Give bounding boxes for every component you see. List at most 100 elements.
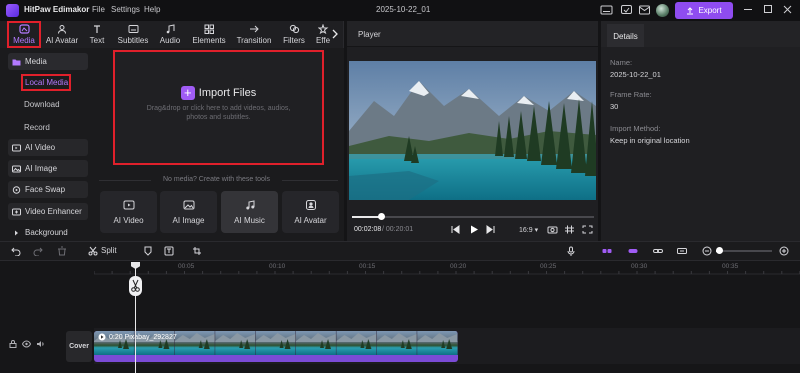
snapshot-icon[interactable]: [547, 225, 558, 234]
play-icon[interactable]: [468, 225, 479, 234]
fullscreen-icon[interactable]: [582, 225, 593, 234]
effects-icon: [317, 24, 328, 34]
plus-icon: +: [180, 86, 195, 100]
scissors-icon[interactable]: [129, 276, 142, 296]
name-label: Name:: [610, 58, 633, 67]
keyboard-icon[interactable]: [600, 4, 613, 16]
sidebar-item-video-enhancer[interactable]: Video Enhancer: [8, 203, 88, 220]
link-clips-icon[interactable]: [602, 246, 612, 256]
ai-image-icon: [12, 165, 21, 172]
frame-rate-value: 30: [610, 102, 619, 111]
video-preview[interactable]: [349, 61, 596, 200]
aspect-ratio-select[interactable]: 16:9 ▾: [519, 226, 538, 234]
sidebar-item-background[interactable]: Background: [8, 224, 88, 241]
scrubber-track[interactable]: [352, 216, 594, 218]
divider: [282, 180, 338, 181]
marker-icon[interactable]: [143, 246, 153, 256]
scrubber-progress: [352, 216, 381, 218]
prev-frame-icon[interactable]: [450, 225, 461, 234]
tab-transition[interactable]: Transition: [235, 21, 273, 48]
scrubber-handle[interactable]: [378, 213, 385, 220]
eye-icon[interactable]: [22, 340, 31, 348]
sidebar-item-media[interactable]: Media: [8, 53, 88, 70]
split-icon[interactable]: [88, 246, 98, 256]
sidebar-item-record[interactable]: Record: [24, 123, 50, 132]
sidebar-item-ai-image[interactable]: AI Image: [8, 160, 88, 177]
volume-icon[interactable]: [36, 340, 45, 348]
sidebar-item-local-media[interactable]: Local Media: [21, 74, 71, 91]
ai-avatar-label: AI Avatar: [294, 216, 327, 225]
no-media-text: No media? Create with these tools: [163, 176, 270, 183]
tab-details[interactable]: Details: [607, 24, 644, 47]
menu-file[interactable]: File: [92, 5, 105, 14]
chevron-right-icon[interactable]: [332, 29, 338, 39]
elements-icon: [204, 24, 214, 34]
user-avatar[interactable]: [656, 4, 669, 17]
time-total: / 00:20:01: [382, 226, 414, 233]
ai-video-card[interactable]: AI Video: [100, 191, 157, 233]
ai-image-card[interactable]: AI Image: [160, 191, 217, 233]
text-tool-icon[interactable]: [164, 246, 174, 256]
tab-effects-label: Effe: [315, 36, 331, 45]
tab-ai-avatar[interactable]: AI Avatar: [44, 21, 80, 48]
fit-timeline-icon[interactable]: [677, 246, 687, 256]
export-button[interactable]: Export: [675, 2, 733, 19]
feedback-icon[interactable]: [620, 4, 633, 16]
ai-video-icon: [123, 200, 134, 210]
magnet-icon[interactable]: [628, 246, 638, 256]
frame-rate-label: Frame Rate:: [610, 90, 652, 99]
undo-icon[interactable]: [11, 246, 21, 256]
zoom-in-icon[interactable]: [779, 246, 789, 256]
chain-icon[interactable]: [653, 246, 663, 256]
ai-music-label: AI Music: [234, 216, 265, 225]
tab-media[interactable]: Media: [7, 21, 41, 48]
tab-ai-avatar-label: AI Avatar: [45, 36, 79, 45]
video-enhancer-icon: [12, 208, 21, 215]
face-swap-icon: [12, 185, 21, 194]
tab-subtitles[interactable]: Subtitles: [114, 21, 152, 48]
zoom-slider-handle[interactable]: [716, 247, 723, 254]
maximize-icon[interactable]: [764, 5, 772, 13]
redo-icon[interactable]: [33, 246, 43, 256]
name-value: 2025-10-22_01: [610, 70, 661, 79]
import-method-value: Keep in original location: [610, 136, 690, 145]
sidebar-item-video-enhancer-label: Video Enhancer: [25, 207, 82, 216]
ai-music-card[interactable]: AI Music: [221, 191, 278, 233]
menu-help[interactable]: Help: [144, 5, 160, 14]
import-drop-zone[interactable]: + Import Files Drag&drop or click here t…: [113, 50, 324, 165]
export-icon: [687, 6, 694, 14]
sidebar-item-face-swap-label: Face Swap: [25, 185, 66, 194]
ai-music-icon: [245, 200, 254, 210]
sidebar-item-ai-video[interactable]: AI Video: [8, 139, 88, 156]
tab-audio[interactable]: Audio: [157, 21, 183, 48]
timeline-ruler[interactable]: [94, 261, 800, 275]
cover-button[interactable]: Cover: [66, 331, 92, 362]
microphone-icon[interactable]: [566, 246, 576, 256]
folder-icon: [12, 59, 21, 65]
ruler-tick-label: 00:30: [631, 263, 648, 270]
ai-avatar-card[interactable]: AI Avatar: [282, 191, 339, 233]
menu-settings[interactable]: Settings: [111, 5, 140, 14]
tab-elements[interactable]: Elements: [190, 21, 228, 48]
tab-text[interactable]: Text: [86, 21, 108, 48]
clip-label: 0:20 Pixabay_292827: [98, 333, 177, 341]
zoom-out-icon[interactable]: [702, 246, 712, 256]
delete-icon[interactable]: [57, 246, 67, 256]
import-title-row: + Import Files: [180, 86, 256, 100]
zoom-slider[interactable]: [716, 250, 772, 252]
clip-name: 0:20 Pixabay_292827: [109, 333, 177, 341]
tab-filters[interactable]: Filters: [281, 21, 307, 48]
split-label[interactable]: Split: [101, 246, 117, 255]
player-title: Player: [358, 30, 381, 39]
message-icon[interactable]: [638, 4, 651, 16]
next-frame-icon[interactable]: [485, 225, 496, 234]
crop-icon[interactable]: [192, 246, 202, 256]
tab-effects[interactable]: Effe: [314, 21, 332, 48]
lock-icon[interactable]: [9, 340, 17, 348]
close-icon[interactable]: [783, 5, 792, 14]
audio-icon: [166, 24, 174, 34]
minimize-icon[interactable]: [744, 9, 752, 10]
sidebar-item-face-swap[interactable]: Face Swap: [8, 181, 88, 198]
grid-icon[interactable]: [564, 225, 575, 234]
sidebar-item-download[interactable]: Download: [24, 100, 60, 109]
